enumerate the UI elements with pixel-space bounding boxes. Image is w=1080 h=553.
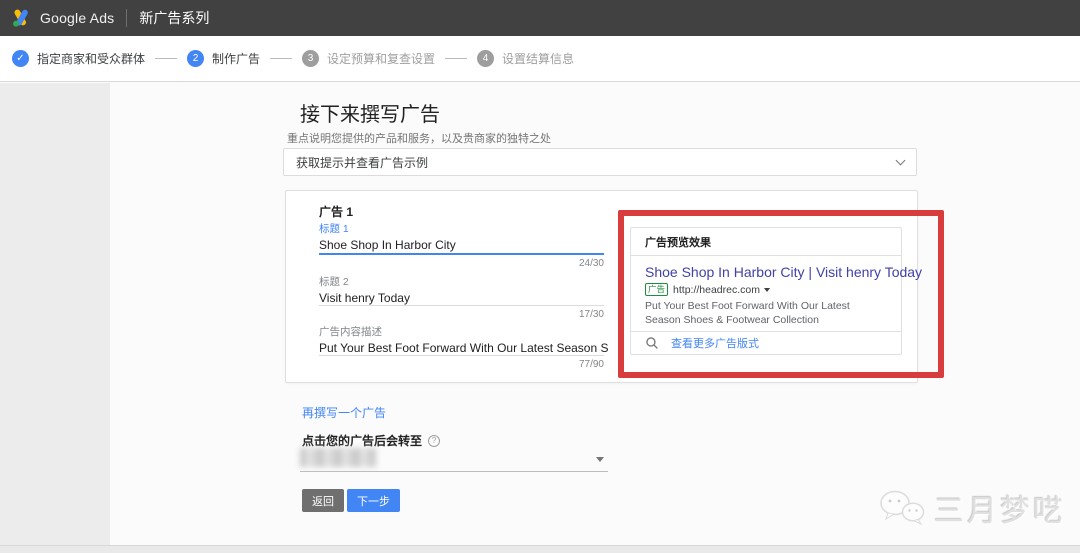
- headline2-underline: [319, 305, 604, 306]
- step-label: 指定商家和受众群体: [37, 52, 146, 66]
- more-formats-label: 查看更多广告版式: [671, 338, 759, 350]
- headline1-input[interactable]: Shoe Shop In Harbor City: [319, 238, 609, 252]
- step-connector: [155, 58, 178, 59]
- headline1-label: 标题 1: [319, 223, 349, 235]
- google-ads-logo-icon: [13, 9, 28, 27]
- description-underline: [319, 355, 604, 356]
- headline2-label: 标题 2: [319, 276, 349, 288]
- search-icon: [646, 337, 658, 349]
- preview-description: Put Your Best Foot Forward With Our Late…: [645, 300, 850, 326]
- step-set-budget[interactable]: 3 设定预算和复查设置: [302, 50, 435, 67]
- redacted-destination-value: [300, 448, 376, 467]
- step-define-business[interactable]: ✓ 指定商家和受众群体: [12, 50, 145, 67]
- headline1-counter: 24/30: [578, 258, 604, 269]
- description-input[interactable]: Put Your Best Foot Forward With Our Late…: [319, 341, 609, 355]
- google-ads-new-campaign-page: Google Ads 新广告系列 ✓ 指定商家和受众群体 2 制作广告 3 设定…: [0, 0, 1080, 553]
- dropdown-caret-icon: [596, 457, 604, 462]
- bottom-background-strip: [0, 545, 1080, 553]
- description-label: 广告内容描述: [319, 326, 382, 338]
- watermark-text: 三月梦呓: [934, 495, 1066, 528]
- step-number-badge: 4: [477, 50, 495, 67]
- write-another-ad-link[interactable]: 再撰写一个广告: [302, 404, 386, 421]
- step-label: 设定预算和复查设置: [327, 52, 436, 66]
- campaign-title: 新广告系列: [139, 10, 210, 26]
- headline1-underline: [319, 253, 604, 255]
- step-label: 制作广告: [212, 52, 261, 66]
- preview-header: 广告预览效果: [631, 228, 901, 256]
- more-formats-button[interactable]: 查看更多广告版式: [631, 331, 901, 354]
- headline1-field[interactable]: 标题 1 Shoe Shop In Harbor City 24/30: [319, 221, 604, 269]
- headline2-counter: 17/30: [578, 309, 604, 320]
- tips-dropdown-label: 获取提示并查看广告示例: [296, 155, 429, 170]
- watermark: 三月梦呓: [878, 486, 1066, 530]
- topbar: Google Ads 新广告系列: [0, 0, 1080, 36]
- headline2-input[interactable]: Visit henry Today: [319, 291, 609, 305]
- step-number-badge: 3: [302, 50, 320, 67]
- help-icon[interactable]: ?: [428, 434, 441, 447]
- page-title: 接下来撰写广告: [300, 104, 440, 126]
- ad-badge: 广告: [645, 283, 669, 296]
- back-button[interactable]: 返回: [302, 489, 344, 512]
- headline2-field[interactable]: 标题 2 Visit henry Today 17/30: [319, 274, 604, 320]
- tips-dropdown[interactable]: 获取提示并查看广告示例: [283, 148, 917, 176]
- preview-ad-title: Shoe Shop In Harbor City | Visit henry T…: [645, 264, 923, 280]
- next-button[interactable]: 下一步: [347, 489, 400, 512]
- preview-url: http://headrec.com: [673, 283, 760, 296]
- preview-url-row: 广告 http://headrec.com: [645, 283, 887, 296]
- wechat-icon: [880, 490, 925, 526]
- chevron-down-icon: [895, 155, 906, 165]
- step-connector: [445, 58, 468, 59]
- step-label: 设置结算信息: [502, 52, 575, 66]
- ad-card-title: 广告 1: [319, 205, 354, 219]
- step-create-ad[interactable]: 2 制作广告: [187, 50, 260, 67]
- step-number-badge: 2: [187, 50, 205, 67]
- ad-preview-panel: 广告预览效果 Shoe Shop In Harbor City | Visit …: [630, 227, 923, 355]
- preview-body: Shoe Shop In Harbor City | Visit henry T…: [631, 256, 923, 331]
- destination-dropdown[interactable]: [300, 446, 608, 472]
- step-done-check-icon: ✓: [12, 50, 29, 67]
- step-billing-info[interactable]: 4 设置结算信息: [477, 50, 574, 67]
- description-field[interactable]: 广告内容描述 Put Your Best Foot Forward With O…: [319, 324, 609, 370]
- brand-name: Google Ads: [40, 10, 115, 26]
- page-subtitle: 重点说明您提供的产品和服务，以及贵商家的独特之处: [287, 133, 551, 145]
- url-caret-icon: [763, 287, 770, 292]
- progress-stepper: ✓ 指定商家和受众群体 2 制作广告 3 设定预算和复查设置 4 设置结算信息: [0, 36, 1080, 82]
- description-counter: 77/90: [578, 359, 604, 370]
- step-connector: [270, 58, 293, 59]
- topbar-divider: [126, 9, 128, 27]
- left-background-strip: [0, 83, 110, 545]
